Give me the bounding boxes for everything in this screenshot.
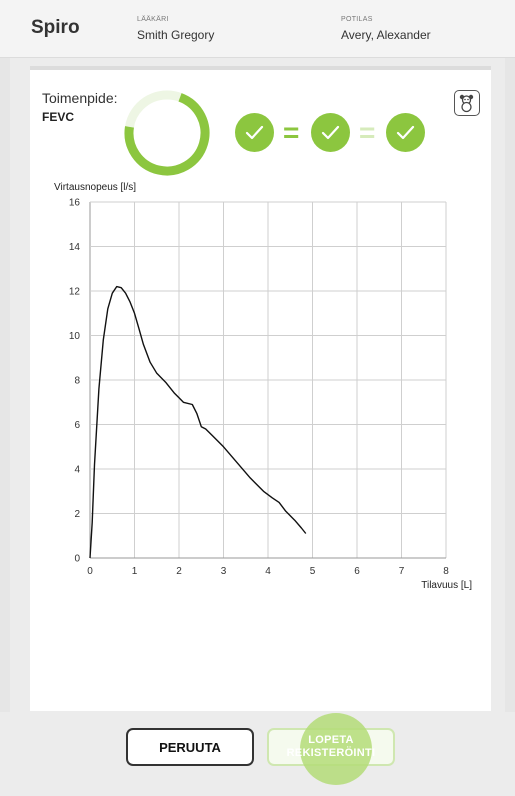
x-axis-label: Tilavuus [L] (421, 580, 472, 591)
y-tick-label: 4 (74, 465, 80, 476)
y-tick-label: 12 (69, 287, 81, 298)
patient-name: Avery, Alexander (341, 28, 431, 42)
left-rail (0, 58, 10, 796)
app-title: Spiro (31, 17, 80, 38)
y-tick-label: 14 (69, 242, 81, 253)
x-tick-label: 4 (265, 566, 271, 577)
doctor-name: Smith Gregory (137, 28, 215, 42)
x-tick-label: 3 (221, 566, 227, 577)
end-registration-label: LOPETA REKISTERÖINTI (267, 728, 395, 766)
right-rail (505, 58, 515, 796)
footer-bar (0, 712, 515, 796)
x-tick-label: 2 (176, 566, 182, 577)
x-tick-label: 8 (443, 566, 449, 577)
y-tick-label: 6 (74, 420, 80, 431)
x-tick-label: 5 (310, 566, 316, 577)
app-header: Spiro LÄÄKÄRI Smith Gregory POTILAS Aver… (0, 0, 515, 58)
y-axis-label: Virtausnopeus [l/s] (54, 182, 136, 193)
x-tick-label: 1 (132, 566, 138, 577)
y-tick-label: 2 (74, 509, 80, 520)
end-label-text: LOPETA REKISTERÖINTI (286, 734, 376, 759)
flow-volume-curve (89, 285, 307, 559)
x-tick-label: 7 (399, 566, 405, 577)
y-tick-label: 0 (74, 554, 80, 565)
doctor-caption: LÄÄKÄRI (137, 16, 169, 23)
measurement-card: Toimenpide: FEVC = = 0 1 2 3 4 5 6 7 8 0 2 4 6 8 10 12 1… (30, 66, 491, 711)
y-tick-label: 10 (69, 331, 81, 342)
x-tick-label: 6 (354, 566, 360, 577)
flow-volume-chart: 0 1 2 3 4 5 6 7 80246810121416 Virtausnopeus [l/… (54, 182, 472, 591)
y-tick-label: 8 (74, 376, 80, 387)
cancel-button[interactable]: PERUUTA (126, 728, 254, 766)
patient-caption: POTILAS (341, 16, 373, 23)
x-tick-label: 0 (87, 566, 93, 577)
y-tick-label: 16 (69, 198, 81, 209)
